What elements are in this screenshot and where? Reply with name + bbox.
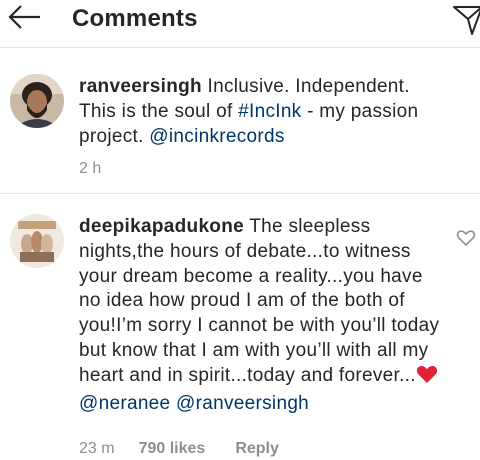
timestamp: 2 h (79, 160, 102, 177)
username[interactable]: ranveersingh (79, 76, 202, 97)
comment-divider (0, 193, 480, 194)
comment-text: deepikapadukone The sleepless nights,the… (79, 215, 449, 416)
page-title: Comments (72, 5, 198, 32)
comment-text: ranveersingh Inclusive. Independent. Thi… (79, 75, 449, 149)
heart-outline-icon (456, 230, 476, 246)
mention-link[interactable]: @ranveersingh (176, 393, 309, 414)
avatar[interactable] (10, 214, 64, 268)
username[interactable]: deepikapadukone (79, 216, 244, 237)
comment-meta: 23 m 790 likes Reply (79, 440, 279, 458)
reply-button[interactable]: Reply (235, 440, 279, 458)
comment-meta: 2 h (79, 160, 101, 178)
avatar[interactable] (10, 74, 64, 128)
profile-photo (10, 74, 64, 128)
back-button[interactable] (6, 2, 46, 38)
direct-send-button[interactable] (452, 2, 480, 36)
timestamp: 23 m (79, 440, 115, 457)
likes-count[interactable]: 790 likes (139, 440, 206, 458)
comment-body: The sleepless nights,the hours of debate… (79, 216, 440, 386)
mention-link[interactable]: @incinkrecords (149, 126, 284, 147)
magazine-cover-photo (10, 214, 64, 268)
mention-link[interactable]: @neranee (79, 393, 170, 414)
like-button[interactable] (456, 228, 476, 248)
direct-send-icon (453, 6, 480, 35)
hashtag-link[interactable]: #IncInk (238, 101, 301, 122)
red-heart-emoji-icon (416, 364, 438, 392)
header-bar: Comments (0, 0, 480, 48)
arrow-left-icon (8, 5, 40, 29)
